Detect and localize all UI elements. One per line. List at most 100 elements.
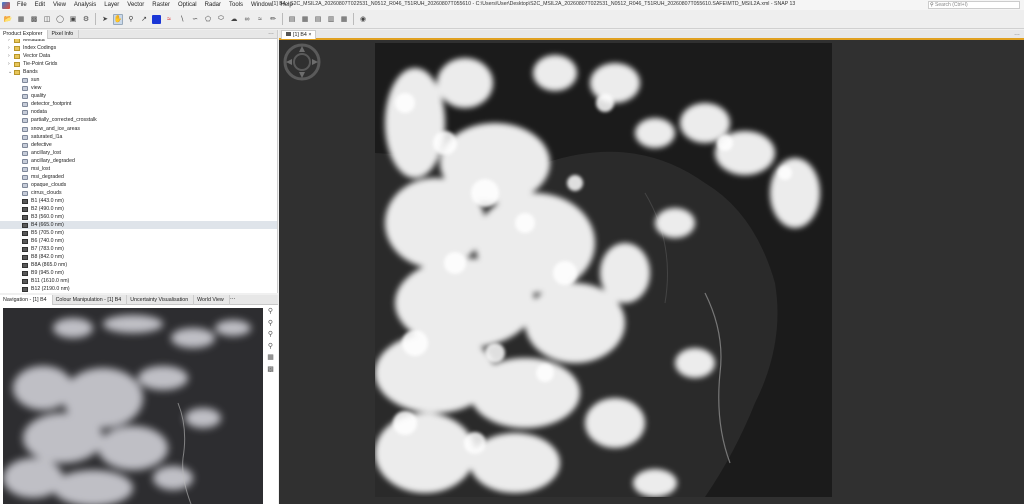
band-icon — [22, 239, 28, 245]
tree-item[interactable]: sun — [0, 76, 277, 84]
product-explorer-panel: Product Explorer Pixel Info … › Metadata ›… — [0, 30, 278, 293]
menu-raster[interactable]: Raster — [148, 2, 174, 8]
tree-item[interactable]: saturated_l1a — [0, 133, 277, 141]
close-icon[interactable]: × — [308, 32, 311, 38]
magic-wand-icon[interactable]: ∞ — [242, 14, 252, 25]
tile-vertical-icon[interactable]: ▥ — [326, 14, 336, 25]
tree-item[interactable]: ancillary_lost — [0, 149, 277, 157]
menu-optical[interactable]: Optical — [174, 2, 201, 8]
menu-edit[interactable]: Edit — [31, 2, 49, 8]
menu-vector[interactable]: Vector — [123, 2, 148, 8]
screenshot-icon[interactable]: ◉ — [358, 14, 368, 25]
menu-radar[interactable]: Radar — [201, 2, 225, 8]
select-tool-icon[interactable]: ➤ — [100, 14, 110, 25]
expand-icon[interactable]: › — [8, 52, 10, 60]
tree-item[interactable]: › Index Codings — [0, 44, 277, 52]
tree-item[interactable]: snow_and_ice_areas — [0, 125, 277, 133]
zoom-out-icon[interactable]: ⚲ — [266, 319, 275, 328]
image-view-icon — [286, 32, 291, 36]
range-finder-icon[interactable]: ↗ — [139, 14, 149, 25]
zoom-all-icon[interactable]: ⚲ — [266, 342, 275, 351]
layer-editor-icon[interactable]: ▤ — [287, 14, 297, 25]
navigation-toolbar: ⚲ ⚲ ⚲ ⚲ ▦ ▩ — [265, 307, 276, 376]
tree-item[interactable]: › Vector Data — [0, 52, 277, 60]
tree-item[interactable]: B12 (2190.0 nm) — [0, 285, 277, 293]
zoom-in-icon[interactable]: ⚲ — [266, 307, 275, 316]
tree-item[interactable]: B6 (740.0 nm) — [0, 237, 277, 245]
ellipse-icon[interactable]: ⬭ — [216, 14, 226, 25]
menu-file[interactable]: File — [13, 2, 31, 8]
panel-menu-icon[interactable]: … — [230, 295, 236, 304]
product-library-icon[interactable]: ▦ — [16, 14, 26, 25]
menu-analysis[interactable]: Analysis — [70, 2, 100, 8]
tree-item[interactable]: B5 (705.0 nm) — [0, 229, 277, 237]
polygon-icon[interactable]: ⬠ — [203, 14, 213, 25]
tree-item[interactable]: ancillary_degraded — [0, 157, 277, 165]
tab-pixel-info[interactable]: Pixel Info — [48, 30, 80, 39]
satellite-band-image[interactable] — [375, 43, 832, 497]
tree-item[interactable]: › Tie-Point Grids — [0, 60, 277, 68]
tree-item[interactable]: detector_footprint — [0, 100, 277, 108]
graph-builder-icon[interactable]: ◫ — [42, 14, 52, 25]
tree-item[interactable]: B8A (865.0 nm) — [0, 261, 277, 269]
menu-view[interactable]: View — [49, 2, 70, 8]
tree-item[interactable]: B4 (665.0 nm) — [0, 221, 277, 230]
expand-icon[interactable]: › — [8, 60, 10, 68]
tree-item[interactable]: view — [0, 84, 277, 92]
tab-world-view[interactable]: World View — [194, 295, 230, 305]
tree-item-label: saturated_l1a — [31, 133, 63, 140]
tree-item[interactable]: B11 (1610.0 nm) — [0, 277, 277, 285]
tile-horizontal-icon[interactable]: ▤ — [313, 14, 323, 25]
tree-item[interactable]: B3 (560.0 nm) — [0, 213, 277, 221]
cloud-icon[interactable]: ☁ — [229, 14, 239, 25]
rectangle-icon[interactable] — [152, 14, 161, 24]
tab-navigation[interactable]: Navigation - [1] B4 — [0, 295, 53, 305]
mask-icon — [22, 190, 28, 196]
tree-item[interactable]: B9 (945.0 nm) — [0, 269, 277, 277]
zoom-pixel-icon[interactable]: ⚲ — [266, 330, 275, 339]
brush-icon[interactable]: ✏ — [268, 14, 278, 25]
tree-item[interactable]: msi_degraded — [0, 173, 277, 181]
tree-item[interactable]: B7 (783.0 nm) — [0, 245, 277, 253]
tile-view-icon[interactable]: ▦ — [300, 14, 310, 25]
tree-item[interactable]: nodata — [0, 108, 277, 116]
menu-tools[interactable]: Tools — [225, 2, 247, 8]
tab-product-explorer[interactable]: Product Explorer — [0, 30, 49, 39]
expand-icon[interactable]: › — [8, 44, 10, 52]
tile-evenly-icon[interactable]: ▦ — [339, 14, 349, 25]
sync-cursor-icon[interactable]: ▩ — [266, 365, 275, 374]
panel-menu-icon[interactable]: … — [268, 30, 274, 36]
menu-layer[interactable]: Layer — [100, 2, 123, 8]
tree-item[interactable]: cirrus_clouds — [0, 189, 277, 197]
tree-item[interactable]: B8 (842.0 nm) — [0, 253, 277, 261]
tree-item[interactable]: quality — [0, 92, 277, 100]
search-input[interactable]: ⚲ Search (Ctrl+I) — [928, 1, 1020, 9]
navigation-compass-icon[interactable] — [283, 43, 321, 81]
gear-icon[interactable]: ⚙ — [81, 14, 91, 25]
tree-item[interactable]: B1 (443.0 nm) — [0, 197, 277, 205]
open-product-icon[interactable]: 📂 — [3, 14, 13, 25]
pan-tool-icon[interactable]: ✋ — [113, 13, 123, 25]
wms-icon[interactable]: ▣ — [68, 14, 78, 25]
spectrum-icon[interactable]: ≈ — [164, 14, 174, 25]
time-series-icon[interactable]: ≈ — [255, 14, 265, 25]
tree-item[interactable]: defective — [0, 141, 277, 149]
pin-icon[interactable]: ◯ — [55, 14, 65, 25]
sync-views-icon[interactable]: ▦ — [266, 353, 275, 362]
navigation-overview-image[interactable] — [3, 308, 263, 504]
collapse-icon[interactable]: ⌄ — [8, 68, 12, 76]
tree-item[interactable]: B2 (490.0 nm) — [0, 205, 277, 213]
draw-line-icon[interactable]: ∖ — [177, 14, 187, 25]
polyline-icon[interactable]: ∽ — [190, 14, 200, 25]
mask-icon — [22, 94, 28, 100]
tab-image-b4[interactable]: [1] B4 × — [281, 30, 317, 39]
panel-menu-icon[interactable]: … — [1014, 31, 1020, 37]
tree-item[interactable]: opaque_clouds — [0, 181, 277, 189]
tab-colour-manipulation[interactable]: Colour Manipulation - [1] B4 — [53, 295, 128, 305]
tree-item[interactable]: ⌄ Bands — [0, 68, 277, 76]
zoom-tool-icon[interactable]: ⚲ — [126, 14, 136, 25]
save-icon[interactable]: ▩ — [29, 14, 39, 25]
tree-item[interactable]: partially_corrected_crosstalk — [0, 116, 277, 124]
tab-uncertainty-visualisation[interactable]: Uncertainty Visualisation — [127, 295, 195, 305]
tree-item[interactable]: msi_lost — [0, 165, 277, 173]
